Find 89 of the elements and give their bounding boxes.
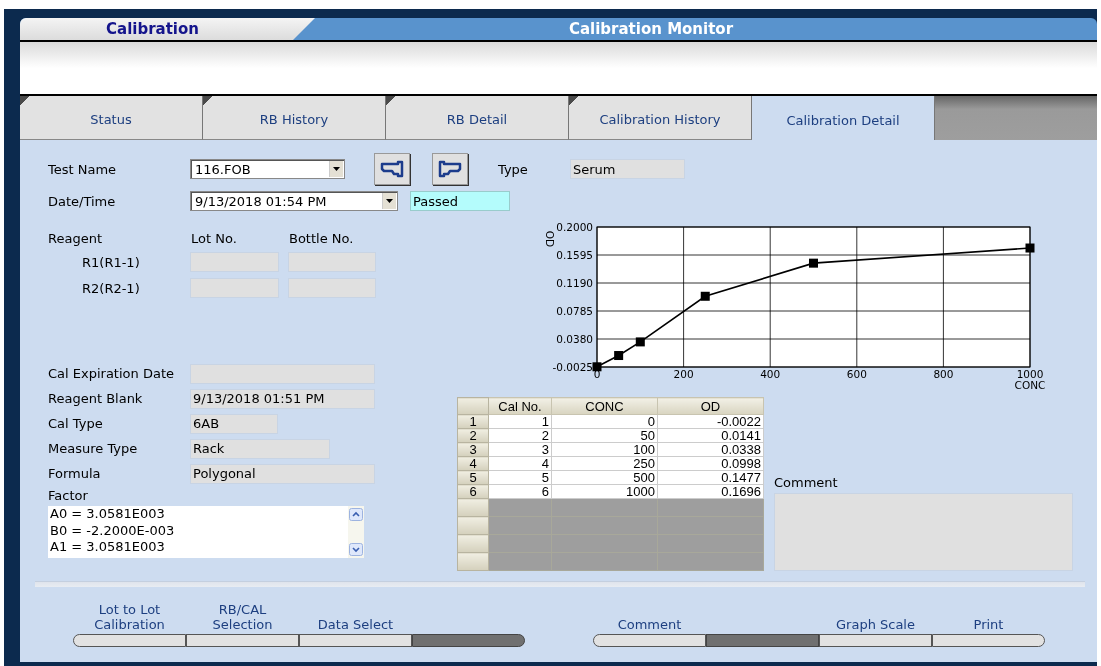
scroll-up-icon[interactable] — [349, 508, 363, 521]
corner-header — [457, 397, 489, 415]
table-cell: 0.0338 — [657, 442, 764, 457]
x-tick-label: 800 — [933, 368, 954, 380]
action-button[interactable]: Print — [932, 599, 1045, 647]
status-field: Passed — [410, 191, 510, 211]
field-label: Measure Type — [48, 441, 139, 456]
data-point — [592, 362, 602, 372]
table-cell: 3 — [488, 442, 552, 457]
field-label: Date/Time — [48, 193, 117, 209]
test-name-dropdown[interactable]: 116.FOB — [190, 159, 345, 179]
y-tick-label: 0.0785 — [556, 305, 593, 317]
action-button[interactable]: Comment — [593, 599, 706, 647]
data-point — [700, 291, 710, 301]
scrollbar[interactable] — [348, 506, 364, 558]
value-field: 6AB — [190, 413, 278, 434]
factor-line: A0 = 3.0581E003 — [50, 506, 166, 523]
table-cell: -0.0022 — [657, 414, 764, 429]
column-header: Cal No. — [488, 397, 552, 415]
data-point — [614, 351, 624, 360]
field-label: Formula — [48, 466, 102, 481]
scroll-down-icon[interactable] — [349, 543, 363, 556]
table-cell: 250 — [551, 456, 658, 471]
dropdown-arrow-icon — [333, 167, 340, 171]
nozzle-right-icon — [438, 159, 462, 179]
field-label: Test Name — [48, 161, 118, 177]
nozzle-left-icon — [380, 159, 404, 179]
field-label: Type — [498, 161, 529, 177]
table-cell: 1000 — [551, 484, 658, 499]
reagent-label: R1(R1-1) — [81, 254, 141, 270]
table-cell: 0.1696 — [657, 484, 764, 499]
y-axis-label: OD — [544, 230, 556, 248]
data-point — [1025, 243, 1035, 253]
tab[interactable]: Status — [20, 96, 203, 140]
table-cell: 2 — [488, 428, 552, 443]
tab[interactable]: Calibration Detail — [752, 96, 935, 140]
table-cell: 50 — [551, 428, 658, 443]
column-label: Lot No. — [191, 230, 238, 246]
dropdown-arrow-icon — [386, 199, 393, 203]
x-axis-label: CONC — [1014, 379, 1046, 391]
y-tick-label: 0.1595 — [556, 249, 593, 261]
date-time-dropdown[interactable]: 9/13/2018 01:54 PM — [190, 191, 398, 211]
tab[interactable]: Calibration History — [569, 96, 752, 140]
app-title: Calibration — [20, 18, 315, 40]
factor-line: A1 = 3.0581E003 — [50, 539, 166, 556]
action-button[interactable]: Lot to Lot Calibration — [73, 599, 186, 647]
y-tick-label: -0.0025 — [552, 361, 593, 373]
action-button[interactable]: Graph Scale — [819, 599, 932, 647]
column-header: OD — [657, 397, 764, 415]
field-label: Comment — [774, 475, 839, 492]
table-cell: 6 — [488, 484, 552, 499]
factor-line: B0 = -2.2000E-003 — [50, 522, 176, 539]
field-label: Reagent — [48, 230, 103, 246]
x-tick-label: 400 — [760, 368, 781, 380]
table-cell: 0.0141 — [657, 428, 764, 443]
y-tick-label: 0.0380 — [556, 333, 593, 345]
value-field: Polygonal — [190, 463, 375, 484]
table-cell: 5 — [488, 470, 552, 485]
column-header: CONC — [551, 397, 658, 415]
tab[interactable]: RB Detail — [386, 96, 569, 140]
field-label: Reagent Blank — [48, 391, 144, 406]
x-tick-label: 600 — [846, 368, 867, 380]
y-tick-label: 0.1190 — [556, 277, 593, 289]
table-cell: 0.0998 — [657, 456, 764, 471]
value-field: Rack — [190, 438, 330, 459]
table-cell: 4 — [488, 456, 552, 471]
next-button[interactable] — [432, 153, 468, 185]
action-button[interactable]: Data Select — [299, 599, 412, 647]
x-tick-label: 1000 — [1016, 368, 1044, 380]
table-cell: 100 — [551, 442, 658, 457]
table-cell: 0.1477 — [657, 470, 764, 485]
action-button[interactable]: RB/CAL Selection — [186, 599, 299, 647]
tab[interactable]: RB History — [203, 96, 386, 140]
column-label: Bottle No. — [289, 230, 355, 246]
field-label: Factor — [48, 488, 89, 504]
previous-button[interactable] — [374, 153, 410, 185]
value-field: 9/13/2018 01:51 PM — [190, 388, 375, 409]
reagent-label: R2(R2-1) — [81, 280, 141, 296]
x-tick-label: 200 — [673, 368, 694, 380]
field-label: Cal Type — [48, 416, 104, 431]
screen-title: Calibration Monitor — [567, 19, 735, 40]
type-field: Serum — [570, 159, 685, 179]
y-tick-label: 0.2000 — [556, 221, 593, 233]
table-cell: 0 — [551, 414, 658, 429]
data-point — [809, 258, 818, 268]
data-point — [635, 337, 645, 347]
table-cell: 500 — [551, 470, 658, 485]
table-cell: 1 — [488, 414, 552, 429]
field-label: Cal Expiration Date — [48, 366, 175, 381]
